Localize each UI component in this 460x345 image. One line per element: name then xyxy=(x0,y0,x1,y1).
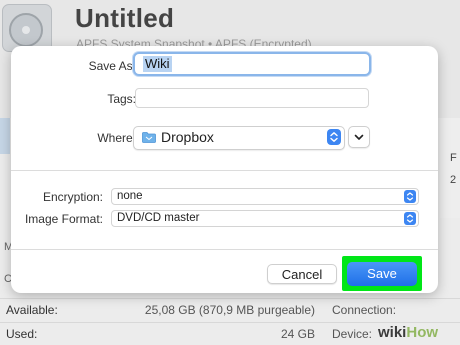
image-format-value: DVD/CD master xyxy=(117,212,200,224)
encryption-select[interactable]: none xyxy=(111,188,419,205)
up-down-chevron-icon[interactable] xyxy=(327,129,341,145)
disk-image-icon xyxy=(2,4,52,52)
tags-input[interactable] xyxy=(135,88,369,108)
expand-dialog-button[interactable] xyxy=(348,126,370,148)
info-row-available: Available: 25,08 GB (870,9 MB purgeable)… xyxy=(0,298,460,321)
section-divider xyxy=(11,170,438,171)
save-button[interactable]: Save xyxy=(347,262,417,286)
chevron-down-icon xyxy=(354,134,364,140)
info-row-label: Available: xyxy=(6,303,58,317)
info-panel-edge xyxy=(440,118,460,218)
info-row-label: Used: xyxy=(6,327,38,341)
tags-label: Tags: xyxy=(107,92,136,106)
watermark-wiki: wiki xyxy=(378,324,407,341)
info-row-label: Device: xyxy=(332,327,373,341)
section-divider xyxy=(11,249,438,250)
sidebar-selected-item[interactable] xyxy=(0,118,10,154)
save-as-input[interactable]: Wiki xyxy=(133,52,371,76)
encryption-label: Encryption: xyxy=(42,190,103,204)
folder-icon xyxy=(142,132,156,143)
volume-title: Untitled xyxy=(75,3,175,33)
info-row-label: Connection: xyxy=(332,303,397,317)
up-down-chevron-icon[interactable] xyxy=(404,190,416,203)
up-down-chevron-icon[interactable] xyxy=(404,212,416,225)
where-label: Where: xyxy=(97,131,136,145)
info-panel-label: F xyxy=(450,152,457,164)
save-as-value[interactable]: Wiki xyxy=(143,56,172,72)
encryption-value: none xyxy=(117,190,143,202)
info-panel-value: 2 xyxy=(450,174,457,186)
info-row-value: 24 GB xyxy=(280,327,315,341)
wikihow-watermark: wikiHow xyxy=(378,324,438,341)
info-row-value: 25,08 GB (870,9 MB purgeable) xyxy=(144,303,315,317)
save-as-label: Save As: xyxy=(88,59,136,73)
image-format-select[interactable]: DVD/CD master xyxy=(111,210,419,227)
watermark-how: How xyxy=(406,324,439,341)
where-value: Dropbox xyxy=(161,129,214,145)
save-dialog: Save As: Wiki Tags: Where: Dropbox Encry… xyxy=(11,46,438,293)
image-format-label: Image Format: xyxy=(24,212,103,226)
where-select[interactable]: Dropbox xyxy=(133,126,345,150)
cancel-button[interactable]: Cancel xyxy=(267,264,337,284)
